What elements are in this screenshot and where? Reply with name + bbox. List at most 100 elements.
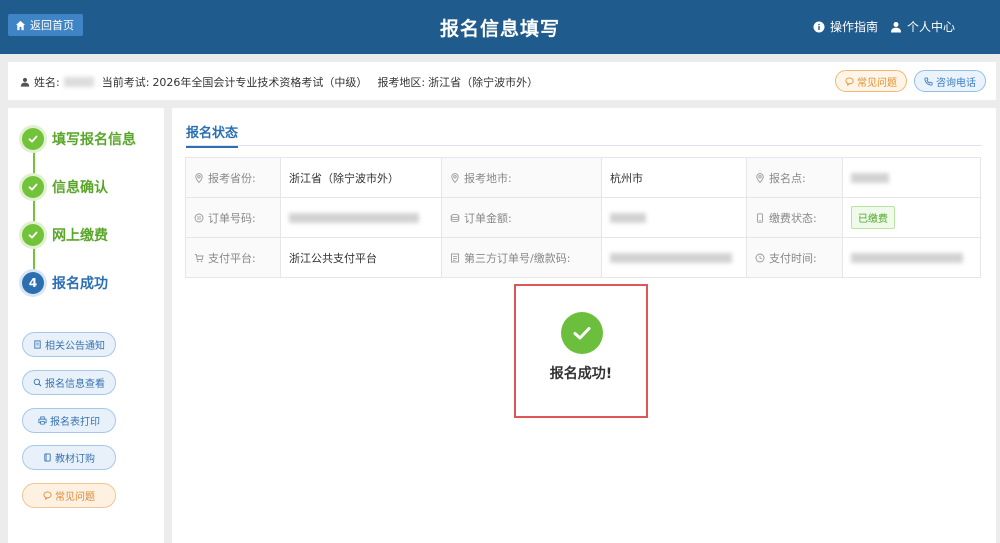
payment-time-value-cell bbox=[842, 237, 981, 278]
table-label-cell: 报考地市: bbox=[441, 157, 602, 198]
table-label-cell: 报名点: bbox=[746, 157, 843, 198]
search-icon bbox=[33, 378, 42, 387]
step-label: 报名成功 bbox=[52, 276, 108, 292]
exam-info-bar: 姓名: 当前考试: 2026年全国会计专业技术资格考试（中级） 报考地区: 浙江… bbox=[8, 62, 996, 100]
order-no-value-cell bbox=[280, 197, 442, 238]
step-number: 4 bbox=[22, 272, 44, 294]
top-header: 返回首页 报名信息填写 操作指南 个人中心 bbox=[0, 0, 1000, 54]
province-label: 报考省份: bbox=[208, 171, 256, 185]
view-registration-label: 报名信息查看 bbox=[45, 379, 105, 390]
step-connector bbox=[33, 198, 35, 222]
table-label-cell: 第三方订单号/缴款码: bbox=[441, 237, 602, 278]
table-row: 支付平台: 浙江公共支付平台 第三方订单号/缴款码: 支付时间: bbox=[185, 237, 981, 278]
order-amount-label: 订单金额: bbox=[464, 211, 512, 225]
tab-divider bbox=[186, 145, 982, 146]
operation-guide-label: 操作指南 bbox=[830, 20, 879, 34]
check-icon bbox=[22, 128, 44, 150]
phone-icon bbox=[924, 76, 933, 86]
user-center-link[interactable]: 个人中心 bbox=[890, 18, 955, 35]
table-label-cell: 缴费状态: bbox=[746, 197, 843, 238]
exam-info-text: 姓名: 当前考试: 2026年全国会计专业技术资格考试（中级） 报考地区: 浙江… bbox=[20, 74, 538, 90]
success-check-icon bbox=[561, 312, 603, 354]
step-connector bbox=[33, 246, 35, 270]
status-badge: 已缴费 bbox=[851, 206, 895, 229]
site-value-redacted bbox=[851, 173, 889, 183]
chat-icon bbox=[845, 76, 854, 86]
user-icon bbox=[20, 77, 30, 87]
table-label-cell: 订单金额: bbox=[441, 197, 602, 238]
clock-icon bbox=[755, 253, 765, 262]
faq-label: 常见问题 bbox=[857, 77, 897, 89]
payment-platform-value: 浙江公共支付平台 bbox=[280, 237, 442, 278]
check-icon bbox=[22, 176, 44, 198]
chat-icon bbox=[43, 491, 52, 500]
table-label-cell: 支付平台: bbox=[185, 237, 281, 278]
region-value: 浙江省（除宁波市外） bbox=[428, 76, 539, 89]
region-label: 报考地区: bbox=[377, 76, 426, 89]
step-online-payment[interactable]: 网上缴费 bbox=[22, 222, 162, 248]
operation-guide-link[interactable]: 操作指南 bbox=[813, 18, 878, 35]
order-no-redacted bbox=[289, 213, 419, 223]
book-icon bbox=[44, 453, 51, 462]
user-center-label: 个人中心 bbox=[907, 20, 956, 34]
table-label-cell: 报考省份: bbox=[185, 157, 281, 198]
phone-icon bbox=[757, 212, 763, 223]
check-icon bbox=[22, 224, 44, 246]
site-value-cell bbox=[842, 157, 981, 198]
name-value-redacted bbox=[63, 77, 94, 87]
order-icon bbox=[194, 213, 204, 222]
table-label-cell: 支付时间: bbox=[746, 237, 843, 278]
table-label-cell: 订单号码: bbox=[185, 197, 281, 238]
step-connector bbox=[33, 150, 35, 174]
name-label: 姓名: bbox=[34, 76, 60, 89]
site-label: 报名点: bbox=[769, 171, 806, 185]
location-icon bbox=[756, 172, 764, 183]
print-icon bbox=[38, 416, 47, 425]
textbook-order-label: 教材订购 bbox=[55, 454, 95, 465]
payment-status-value-cell: 已缴费 bbox=[842, 197, 981, 238]
consult-phone-button[interactable]: 咨询电话 bbox=[914, 70, 986, 92]
third-party-order-redacted bbox=[610, 253, 732, 263]
print-form-button[interactable]: 报名表打印 bbox=[22, 408, 116, 433]
city-value: 杭州市 bbox=[601, 157, 747, 198]
document-icon bbox=[34, 340, 41, 349]
info-icon bbox=[813, 21, 825, 32]
step-label: 信息确认 bbox=[52, 180, 108, 196]
announcements-button[interactable]: 相关公告通知 bbox=[22, 332, 116, 357]
sidebar-faq-label: 常见问题 bbox=[55, 492, 95, 503]
location-icon bbox=[451, 172, 459, 183]
registration-success-panel: 报名成功! bbox=[514, 284, 648, 418]
success-message: 报名成功! bbox=[549, 366, 613, 382]
step-registration-success[interactable]: 4 报名成功 bbox=[22, 270, 162, 296]
payment-time-redacted bbox=[851, 253, 963, 263]
view-registration-button[interactable]: 报名信息查看 bbox=[22, 370, 116, 395]
faq-button[interactable]: 常见问题 bbox=[835, 70, 907, 92]
coin-icon bbox=[450, 213, 460, 222]
current-exam-value: 2026年全国会计专业技术资格考试（中级） bbox=[152, 76, 368, 89]
payment-platform-label: 支付平台: bbox=[208, 251, 256, 265]
payment-time-label: 支付时间: bbox=[769, 251, 817, 265]
sidebar-faq-button[interactable]: 常见问题 bbox=[22, 483, 116, 508]
order-amount-value-cell bbox=[601, 197, 747, 238]
print-form-label: 报名表打印 bbox=[50, 417, 100, 428]
city-label: 报考地市: bbox=[464, 171, 512, 185]
sidebar: 填写报名信息 信息确认 网上缴费 4 报名成功 相关公告通知 报名信息查看 报名… bbox=[8, 108, 164, 543]
third-party-order-label: 第三方订单号/缴款码: bbox=[464, 251, 571, 265]
step-confirm-info[interactable]: 信息确认 bbox=[22, 174, 162, 200]
table-row: 报考省份: 浙江省（除宁波市外） 报考地市: 杭州市 报名点: bbox=[185, 157, 981, 198]
textbook-order-button[interactable]: 教材订购 bbox=[22, 445, 116, 470]
receipt-icon bbox=[451, 253, 459, 262]
province-value: 浙江省（除宁波市外） bbox=[280, 157, 442, 198]
payment-status-label: 缴费状态: bbox=[769, 211, 817, 225]
cart-icon bbox=[194, 253, 204, 262]
step-label: 填写报名信息 bbox=[52, 132, 136, 148]
main-panel: 报名状态 报考省份: 浙江省（除宁波市外） 报考地市: 杭州市 报名点: 订单号… bbox=[172, 108, 996, 543]
third-party-order-value-cell bbox=[601, 237, 747, 278]
announcements-label: 相关公告通知 bbox=[45, 341, 105, 352]
order-amount-redacted bbox=[610, 213, 646, 223]
step-fill-info[interactable]: 填写报名信息 bbox=[22, 126, 162, 152]
table-row: 订单号码: 订单金额: 缴费状态: 已缴费 bbox=[185, 197, 981, 238]
order-no-label: 订单号码: bbox=[208, 211, 256, 225]
consult-phone-label: 咨询电话 bbox=[936, 77, 976, 89]
step-label: 网上缴费 bbox=[52, 228, 108, 244]
